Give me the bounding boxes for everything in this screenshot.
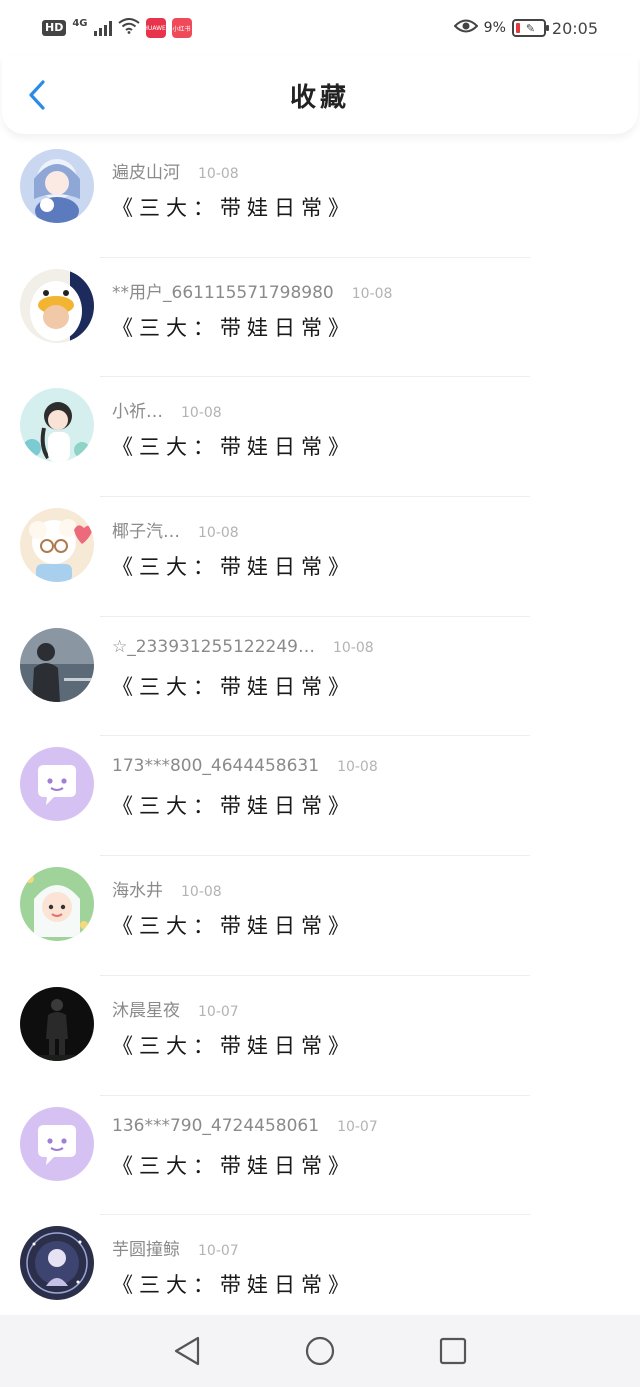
sheep-heart-avatar-icon [20,508,94,583]
date: 10-07 [337,1118,378,1135]
favorite-title: 《三大：带娃日常》 [112,1033,355,1058]
list-item[interactable]: 芋圆撞鲸 10-07 《三大：带娃日常》 [0,1215,640,1315]
chevron-left-icon [29,80,45,110]
square-recents-icon [440,1337,467,1365]
favorite-title: 《三大：带娃日常》 [112,196,355,220]
username: 沐晨星夜 [112,1000,180,1021]
avatar[interactable] [20,1226,94,1301]
triangle-back-icon [174,1336,199,1366]
avatar[interactable] [20,747,94,822]
favorite-title: 《三大：带娃日常》 [112,555,355,580]
date: 10-08 [181,405,222,422]
nav-home-button[interactable] [298,1329,342,1373]
date: 10-08 [181,884,222,901]
date: 10-08 [198,525,239,542]
avatar[interactable] [20,867,94,942]
chat-bubble-avatar-icon [20,1106,94,1181]
list-item[interactable]: 173***800_4644458631 10-08 《三大：带娃日常》 [0,736,640,857]
username: ☆_2339312551222​49… [112,636,315,657]
avatar[interactable] [20,1106,94,1181]
status-bar: HD 4G HUAWEI 小红书 [0,0,640,56]
date: 10-08 [337,759,378,776]
avatar[interactable] [20,268,94,343]
list-item[interactable]: **用户_661115571798980 10-08 《三大：带娃日常》 [0,258,640,378]
list-item[interactable]: 沐晨星夜 10-07 《三大：带娃日常》 [0,976,640,1096]
header: 收藏 [2,56,638,134]
xiaohongshu-app-icon: 小红书 [171,18,192,38]
favorite-title: 《三大：带娃日常》 [112,435,355,460]
system-nav-bar [0,1315,640,1387]
list-item[interactable]: 136***790_4724458061 10-07 《三大：带娃日常》 [0,1096,640,1216]
dark-figure-avatar-icon [20,986,94,1061]
list-item[interactable]: ☆_2339312551222​49… 10-08 《三大：带娃日常》 [0,617,640,737]
username: 遍皮山河 [112,163,180,183]
date: 10-08 [332,639,374,656]
avatar[interactable] [20,508,94,583]
network-type: 4G [72,17,88,29]
wifi-icon [117,18,140,38]
favorites-list: 遍皮山河 10-08 《三大：带娃日常》 **用户_66111557179898… [0,138,640,1315]
list-item[interactable]: 海水井 10-08 《三大：带娃日常》 [0,856,640,976]
status-right: 9% ✎ 20:05 [453,18,598,38]
favorites-screen: HD 4G HUAWEI 小红书 [0,0,640,1387]
date: 10-07 [198,1243,239,1260]
username: 小祈… [112,402,163,423]
duck-costume-avatar-icon [20,268,94,343]
battery-percent: 9% [483,20,506,36]
eye-icon [453,18,479,38]
username: 海水井 [112,881,163,902]
list-item[interactable]: 椰子汽… 10-08 《三大：带娃日常》 [0,497,640,617]
date: 10-07 [198,1003,239,1020]
username: 136***790_4724458061 [112,1115,320,1136]
username: 椰子汽… [112,522,180,543]
person-sea-avatar-icon [20,627,94,702]
status-left: HD 4G HUAWEI 小红书 [42,18,192,38]
girl-braid-avatar-icon [20,388,94,463]
list-item[interactable]: 遍皮山河 10-08 《三大：带娃日常》 [0,138,640,258]
favorite-title: 《三大：带娃日常》 [112,794,355,819]
favorite-title: 《三大：带娃日常》 [112,315,355,340]
kid-hood-avatar-icon [20,867,94,942]
avatar[interactable] [20,986,94,1061]
circle-home-icon [305,1336,335,1366]
favorite-title: 《三大：带娃日常》 [112,914,355,939]
hd-badge: HD [42,20,67,36]
avatar[interactable] [20,388,94,463]
page-title: 收藏 [289,82,350,113]
username: 芋圆撞鲸 [112,1240,180,1261]
battery-icon: ✎ [511,19,549,37]
avatar[interactable] [20,149,94,223]
favorite-title: 《三大：带娃日常》 [112,674,355,699]
username: **用户_661115571798980 [112,282,334,303]
anime-girl-avatar-icon [20,149,94,223]
list-item[interactable]: 小祈… 10-08 《三大：带娃日常》 [0,377,640,498]
date: 10-08 [351,285,393,302]
back-button[interactable] [20,78,54,112]
avatar[interactable] [20,627,94,702]
clock: 20:05 [551,18,598,38]
favorite-title: 《三大：带娃日常》 [112,1153,355,1178]
nav-back-button[interactable] [165,1329,209,1373]
chat-bubble-avatar-icon [20,747,94,822]
signal-icon [93,20,112,36]
date: 10-08 [198,166,239,182]
username: 173***800_4644458631 [112,756,320,777]
nav-recents-button[interactable] [431,1329,475,1373]
favorite-title: 《三大：带娃日常》 [112,1273,355,1298]
starry-girl-avatar-icon [20,1226,94,1301]
huawei-app-icon: HUAWEI [145,18,166,38]
